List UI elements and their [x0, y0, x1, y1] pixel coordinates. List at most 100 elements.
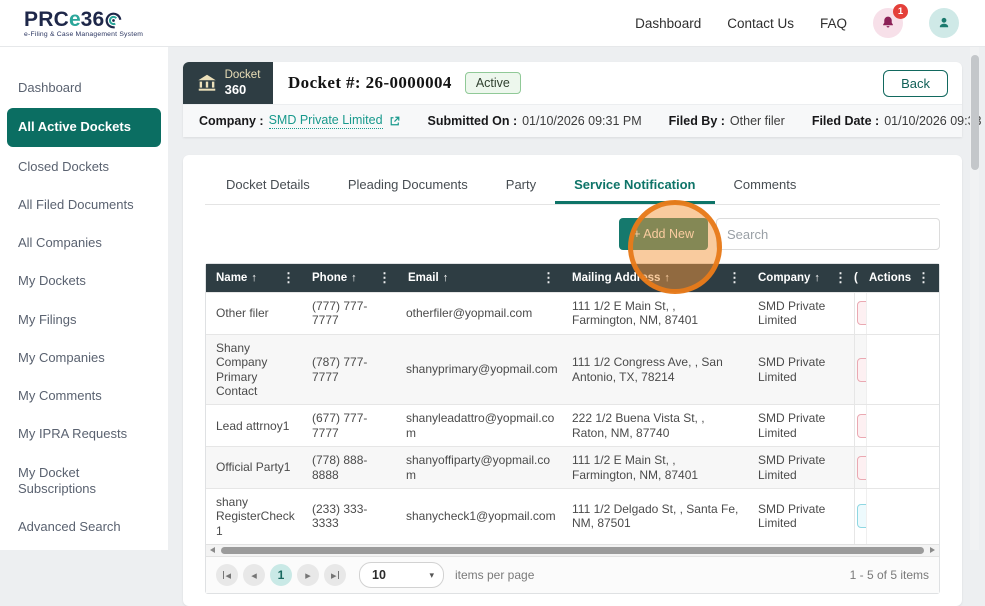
sidebar-item[interactable]: My IPRA Requests [0, 415, 168, 453]
top-nav-link[interactable]: Dashboard [635, 16, 701, 31]
tab[interactable]: Party [487, 173, 555, 204]
sidebar-item[interactable]: Dashboard [0, 69, 168, 107]
company-link[interactable]: SMD Private Limited [268, 113, 383, 129]
cell-name: shany RegisterCheck1 [206, 489, 302, 544]
page-size-dropdown[interactable]: 10 ▾ [359, 562, 444, 589]
page-1-button[interactable]: 1 [270, 564, 292, 587]
tab-bar: Docket Details Pleading Documents Party … [205, 173, 940, 205]
sidebar-item[interactable]: All Filed Documents [0, 186, 168, 224]
sort-asc-icon[interactable]: ↑ [251, 272, 257, 284]
row-email: shanyleadattro@yopmail.com [406, 411, 555, 440]
table-body: Other filer (777) 777-7777 otherfiler@yo… [206, 292, 939, 545]
clipped-action-button[interactable] [857, 504, 866, 529]
vertical-scrollbar[interactable] [970, 47, 979, 550]
row-phone: (677) 777-7777 [312, 411, 368, 440]
last-page-button[interactable]: ▸ [324, 564, 346, 587]
cell-phone: (233) 333-3333 [302, 489, 398, 544]
horizontal-scrollbar-thumb[interactable] [221, 547, 924, 555]
sidebar-item[interactable]: My Comments [0, 377, 168, 415]
sort-asc-icon[interactable]: ↑ [814, 272, 820, 284]
sidebar-item[interactable]: All Active Dockets [7, 108, 161, 147]
cell-company: SMD Private Limited [748, 293, 854, 334]
clipped-action-button[interactable] [857, 301, 866, 326]
sort-asc-icon[interactable]: ↑ [351, 272, 357, 284]
sidebar-item[interactable]: Closed Dockets [0, 148, 168, 186]
search-input[interactable] [716, 218, 940, 250]
row-phone: (777) 777-7777 [312, 299, 368, 328]
row-email: otherfiler@yopmail.com [406, 306, 533, 321]
pagination-bar: ◂ ◂ 1 ▸ ▸ 10 ▾ items per page 1 - 5 of 5… [206, 556, 939, 594]
column-menu-icon[interactable]: ⋮ [377, 270, 392, 286]
previous-page-button[interactable]: ◂ [243, 564, 265, 587]
column-menu-icon[interactable]: ⋮ [833, 270, 848, 286]
horizontal-scrollbar[interactable] [206, 544, 939, 557]
clipped-action-button[interactable] [857, 357, 866, 382]
sidebar-item[interactable]: My Companies [0, 339, 168, 377]
table-row: Lead attrnoy1 (677) 777-7777 shanyleadat… [206, 404, 939, 447]
scroll-left-arrow-icon[interactable] [210, 547, 215, 554]
top-navigation: Dashboard Contact Us FAQ 1 [635, 4, 959, 38]
cell-mailing-address: 111 1/2 E Main St, , Farmington, NM, 874… [562, 293, 748, 334]
sort-asc-icon[interactable]: ↑ [443, 272, 449, 284]
column-header[interactable]: Name ↑ ⋮ [206, 270, 302, 286]
brand-logo[interactable]: PRC e 36 e-Filing & Case Management System [24, 9, 143, 38]
sort-asc-icon[interactable]: ↑ [664, 272, 670, 284]
back-button[interactable]: Back [883, 69, 948, 97]
main-content: Docket 360 Docket #: 26-0000004 Active B… [183, 62, 985, 606]
cell-company: SMD Private Limited [748, 447, 854, 488]
vertical-scrollbar-thumb[interactable] [970, 55, 979, 170]
person-icon [939, 17, 949, 28]
sidebar-item[interactable]: Advanced Search [0, 508, 168, 546]
previous-page-arrow-icon: ◂ [251, 569, 257, 582]
row-name: Lead attrnoy1 [216, 418, 290, 433]
row-phone: (787) 777-7777 [312, 355, 368, 384]
last-page-bar-icon [337, 571, 340, 580]
sidebar-item[interactable]: All Companies [0, 224, 168, 262]
column-menu-icon[interactable]: ⋮ [727, 270, 742, 286]
tab[interactable]: Comments [715, 173, 816, 204]
first-page-arrow-icon: ◂ [225, 569, 232, 582]
first-page-button[interactable]: ◂ [216, 564, 238, 587]
clipped-column-header: ( [854, 272, 866, 284]
top-nav-link[interactable]: Contact Us [727, 16, 794, 31]
tab[interactable]: Pleading Documents [329, 173, 487, 204]
cell-phone: (787) 777-7777 [302, 335, 398, 405]
scroll-right-arrow-icon[interactable] [930, 547, 935, 554]
column-menu-icon[interactable]: ⋮ [281, 270, 296, 286]
cell-clipped-action [854, 334, 866, 405]
column-header[interactable]: Phone ↑ ⋮ [302, 270, 398, 286]
column-menu-icon[interactable]: ⋮ [916, 270, 931, 286]
notifications-button[interactable]: 1 [873, 4, 908, 38]
row-email: shanycheck1@yopmail.com [406, 509, 556, 524]
add-new-button[interactable]: + Add New [619, 218, 708, 250]
column-menu-icon[interactable]: ⋮ [541, 270, 556, 286]
clipped-action-button[interactable] [857, 413, 866, 438]
page-title: Docket #: 26-0000004 [288, 73, 452, 92]
row-phone: (233) 333-3333 [312, 502, 368, 531]
row-mailing-address: 111 1/2 Congress Ave, , San Antonio, TX,… [572, 355, 723, 384]
sidebar-item[interactable]: My Filings [0, 301, 168, 339]
bell-icon [883, 16, 893, 28]
column-header[interactable]: Email ↑ ⋮ [398, 270, 562, 286]
row-mailing-address: 111 1/2 Delgado St, , Santa Fe, NM, 8750… [572, 502, 739, 531]
cell-phone: (777) 777-7777 [302, 293, 398, 334]
next-page-button[interactable]: ▸ [297, 564, 319, 587]
top-nav-link[interactable]: FAQ [820, 16, 847, 31]
cell-actions [866, 488, 939, 545]
user-avatar-button[interactable] [929, 8, 959, 38]
clipped-action-button[interactable] [857, 455, 866, 480]
tab[interactable]: Docket Details [207, 173, 329, 204]
row-company: SMD Private Limited [758, 502, 826, 531]
column-header[interactable]: Company ↑ ⋮ [748, 270, 854, 286]
cell-mailing-address: 111 1/2 Congress Ave, , San Antonio, TX,… [562, 335, 748, 405]
cell-actions [866, 334, 939, 405]
row-mailing-address: 111 1/2 E Main St, , Farmington, NM, 874… [572, 299, 699, 328]
pager-range-label: 1 - 5 of 5 items [849, 568, 929, 583]
sidebar-item[interactable]: My Dockets [0, 262, 168, 300]
brand-tagline: e-Filing & Case Management System [24, 30, 144, 38]
column-header-label-group: Company ↑ [758, 272, 820, 284]
column-header[interactable]: Mailing Address ↑ ⋮ [562, 270, 748, 286]
sidebar-item[interactable]: My Docket Subscriptions [0, 454, 168, 509]
tab[interactable]: Service Notification [555, 173, 714, 204]
external-link-icon[interactable] [389, 115, 401, 127]
